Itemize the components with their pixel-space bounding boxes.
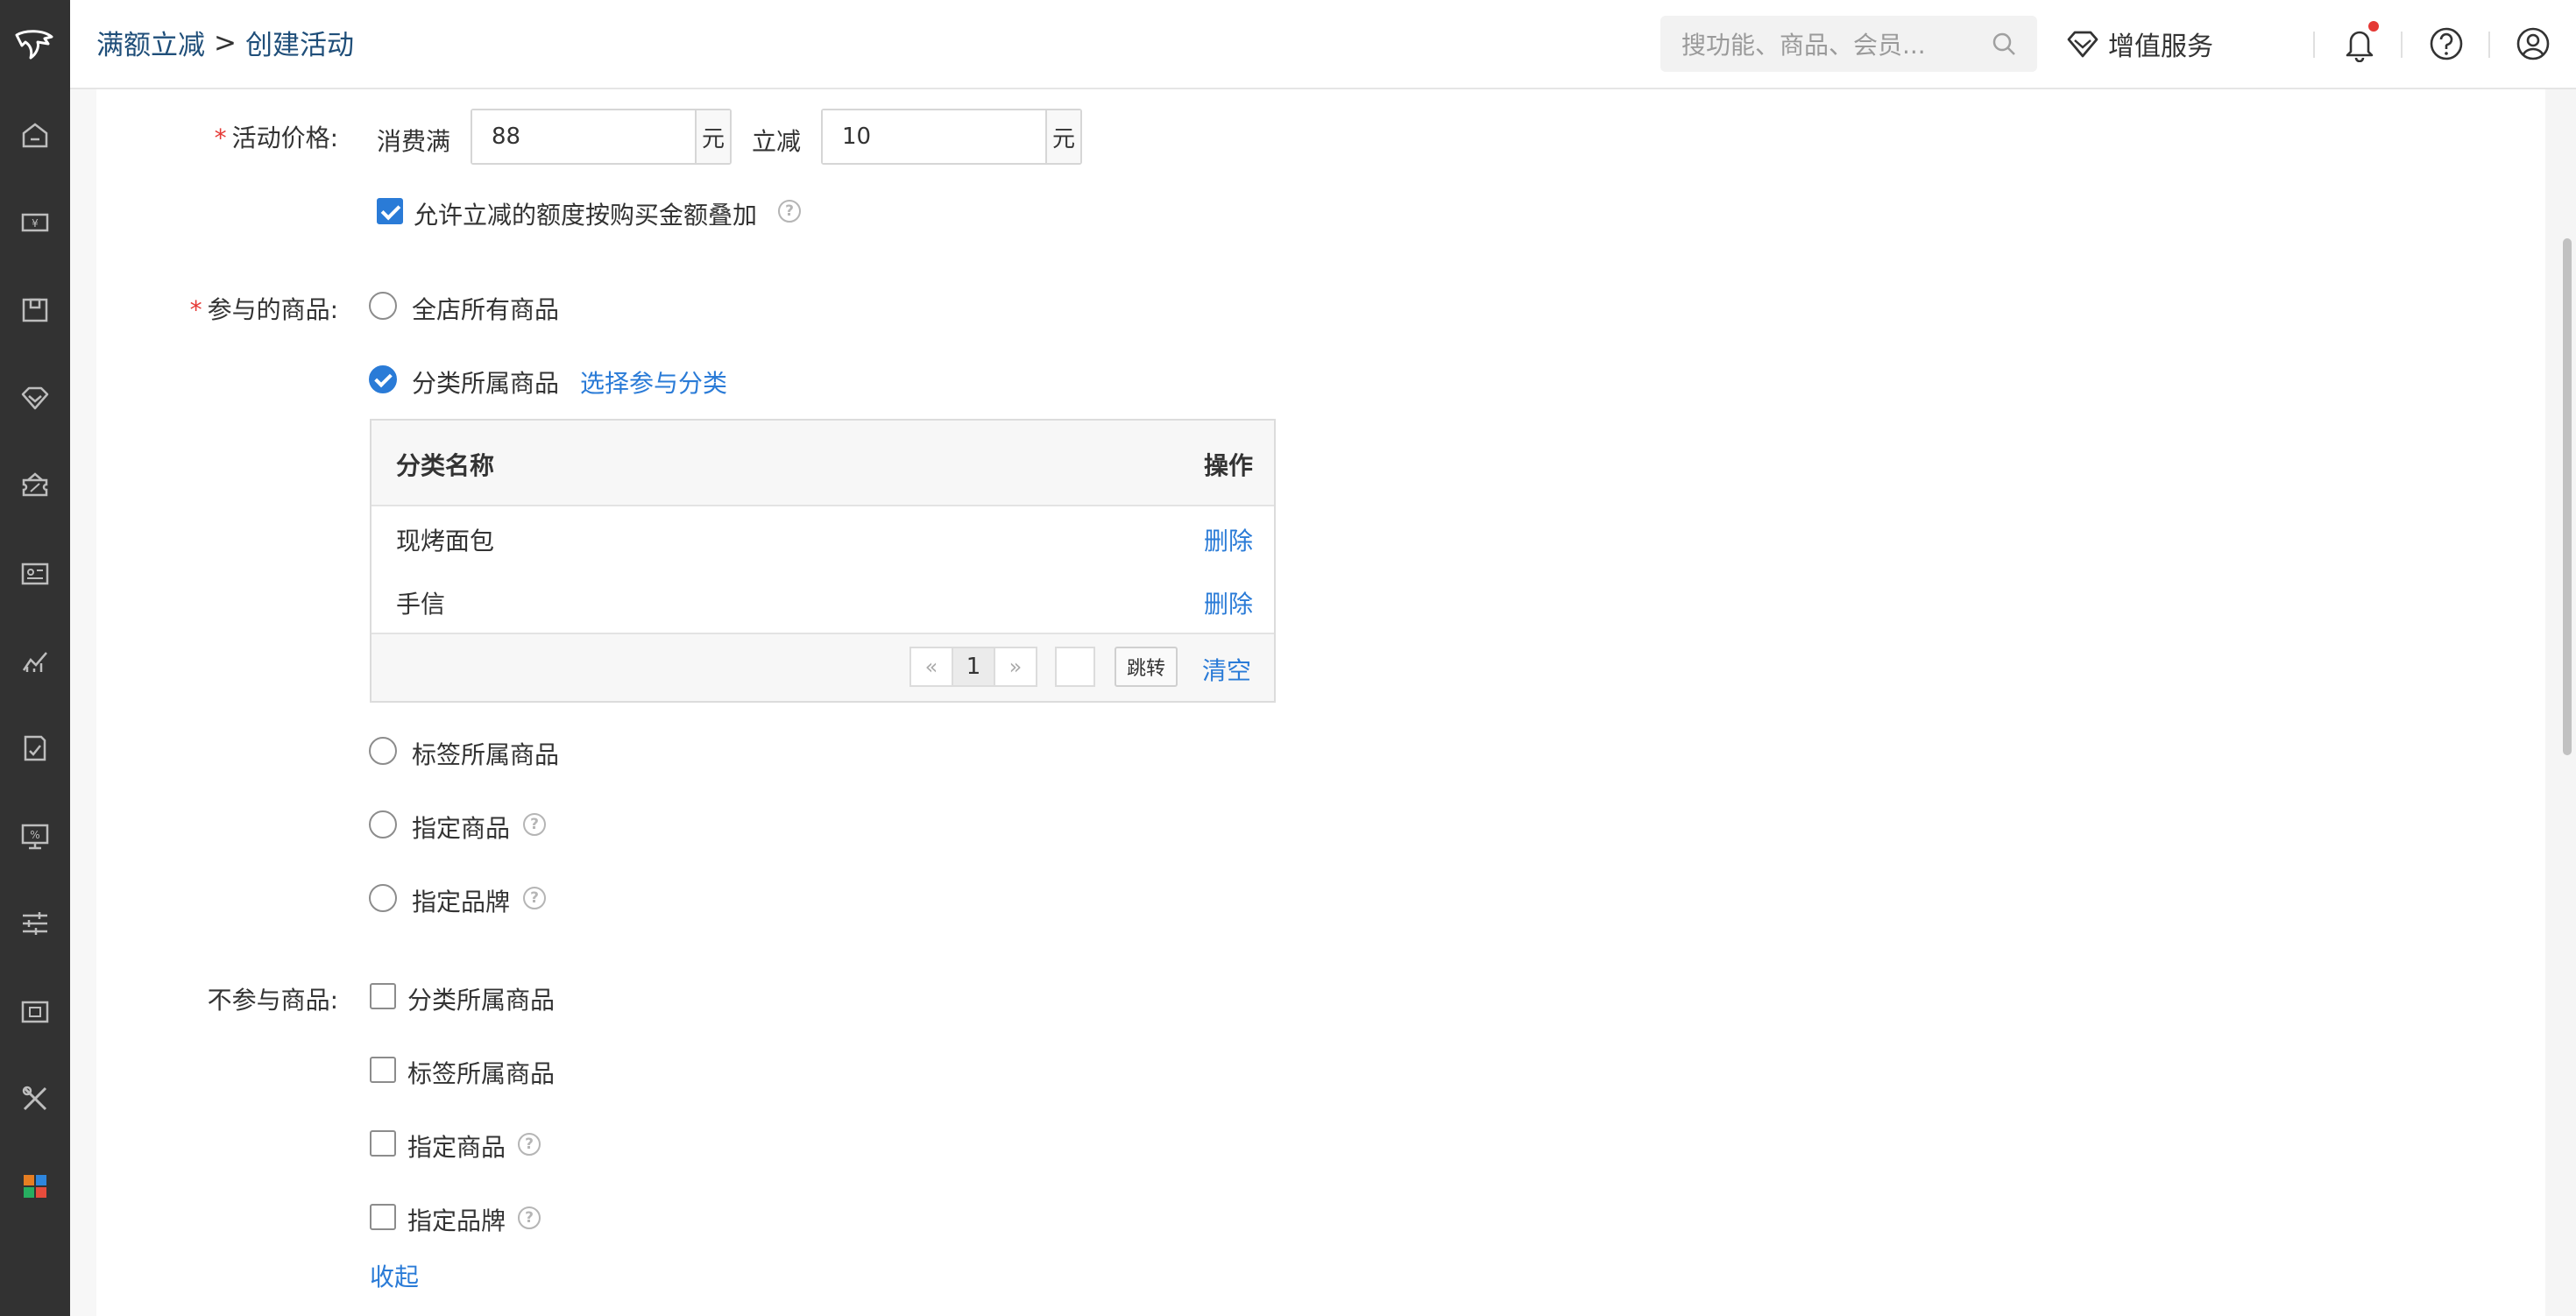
value-service-button[interactable]: 增值服务 [2066, 25, 2213, 63]
collapse-link[interactable]: 收起 [370, 1258, 419, 1293]
radio-all-goods-label: 全店所有商品 [412, 295, 560, 324]
card-icon[interactable] [18, 994, 53, 1029]
svg-text:%: % [30, 829, 39, 841]
radio-specified-goods[interactable] [369, 810, 397, 838]
exclude-category-checkbox[interactable] [370, 983, 396, 1009]
apps-icon[interactable] [18, 1169, 53, 1204]
table-footer: « 1 » 跳转 清空 [372, 634, 1274, 701]
required-mark: * [189, 295, 202, 324]
exclude-product-checkbox[interactable] [370, 1130, 396, 1157]
spend-amount-input-group: 元 [471, 109, 732, 165]
radio-category-goods-label: 分类所属商品 [412, 369, 560, 398]
tools-icon[interactable] [18, 1081, 53, 1116]
reduce-unit: 元 [1045, 110, 1080, 163]
value-service-label: 增值服务 [2108, 32, 2213, 62]
search-icon[interactable] [1990, 30, 2018, 61]
help-icon[interactable]: ? [523, 813, 546, 836]
clear-all-link[interactable]: 清空 [1202, 652, 1251, 687]
delete-link[interactable]: 删除 [1204, 585, 1253, 620]
choose-category-link[interactable]: 选择参与分类 [580, 364, 727, 400]
table-row: 现烤面包 删除 [372, 506, 1274, 571]
global-search [1660, 16, 2037, 72]
page-jump-button[interactable]: 跳转 [1115, 647, 1178, 687]
logo[interactable] [0, 0, 70, 88]
spend-label: 消费满 [377, 127, 451, 156]
diamond-icon[interactable] [18, 380, 53, 415]
reduce-label: 立减 [752, 127, 802, 156]
help-icon[interactable]: ? [518, 1206, 541, 1229]
table-row: 手信 删除 [372, 570, 1274, 634]
table-header: 分类名称 操作 [372, 421, 1274, 506]
help-icon[interactable]: ? [518, 1133, 541, 1156]
reduce-amount-input[interactable] [823, 110, 1045, 163]
pager-page-current[interactable]: 1 [952, 648, 995, 685]
spend-amount-input[interactable] [472, 110, 695, 163]
chart-icon[interactable] [18, 643, 53, 678]
notification-bell-icon[interactable] [2339, 21, 2381, 65]
breadcrumb-parent-link[interactable]: 满额立减 [96, 23, 205, 62]
breadcrumb: 满额立减 > 创建活动 [96, 23, 354, 62]
radio-specified-brand-label: 指定品牌 [412, 888, 511, 916]
radio-tag-goods-label: 标签所属商品 [412, 740, 560, 769]
column-header-action: 操作 [1204, 451, 1254, 480]
page-jump-input[interactable] [1055, 647, 1095, 687]
exclude-brand-label: 指定品牌 [407, 1206, 506, 1235]
exclude-category-label: 分类所属商品 [407, 986, 556, 1015]
sidebar: ¥ % [0, 0, 70, 1316]
breadcrumb-separator: > [214, 26, 237, 59]
radio-specified-brand[interactable] [369, 884, 397, 912]
divider [2488, 32, 2490, 58]
pager-prev-button[interactable]: « [911, 648, 952, 685]
radio-category-goods[interactable] [369, 365, 397, 393]
radio-specified-goods-label: 指定商品 [412, 814, 511, 843]
help-icon[interactable]: ? [523, 887, 546, 909]
search-input[interactable] [1680, 28, 1972, 61]
promotion-icon[interactable]: % [18, 818, 53, 853]
category-table: 分类名称 操作 现烤面包 删除 手信 删除 « 1 » 跳转 清空 [370, 419, 1276, 703]
divider [2313, 32, 2315, 58]
report-icon[interactable] [18, 731, 53, 766]
activity-price-label-text: 活动价格: [231, 124, 338, 152]
package-icon[interactable] [18, 293, 53, 328]
help-icon[interactable] [2425, 23, 2467, 65]
category-name-cell: 手信 [396, 590, 446, 619]
home-icon[interactable] [18, 117, 53, 152]
excluded-goods-label: 不参与商品: [207, 986, 338, 1015]
diamond-icon [2067, 31, 2098, 58]
svg-text:¥: ¥ [32, 217, 39, 230]
scrollbar-thumb[interactable] [2563, 238, 2572, 755]
exclude-tag-label: 标签所属商品 [407, 1059, 556, 1088]
pagination: « 1 » [909, 647, 1037, 687]
logo-icon [15, 30, 53, 60]
stack-reduction-checkbox[interactable] [377, 198, 403, 224]
radio-tag-goods[interactable] [369, 737, 397, 765]
user-avatar-icon[interactable] [2512, 23, 2554, 65]
notification-badge [2368, 21, 2379, 32]
participating-goods-label: * 参与的商品: [175, 291, 338, 326]
coupon-icon[interactable] [18, 468, 53, 503]
exclude-tag-checkbox[interactable] [370, 1057, 396, 1083]
stack-reduction-label: 允许立减的额度按购买金额叠加 [414, 201, 758, 230]
required-mark: * [214, 124, 227, 152]
pager-next-button[interactable]: » [995, 648, 1036, 685]
delete-link[interactable]: 删除 [1204, 522, 1253, 557]
column-header-category-name: 分类名称 [396, 451, 495, 480]
settings-sliders-icon[interactable] [18, 906, 53, 941]
breadcrumb-current: 创建活动 [244, 30, 354, 61]
activity-price-label: * 活动价格: [175, 119, 338, 154]
member-card-icon[interactable] [18, 555, 53, 591]
participating-goods-label-text: 参与的商品: [207, 295, 338, 324]
cashier-icon[interactable]: ¥ [18, 205, 53, 240]
help-icon[interactable]: ? [778, 200, 801, 223]
exclude-product-label: 指定商品 [407, 1133, 506, 1162]
reduce-amount-input-group: 元 [821, 109, 1082, 165]
scrollbar[interactable] [2545, 89, 2576, 1316]
divider [2401, 32, 2403, 58]
exclude-brand-checkbox[interactable] [370, 1204, 396, 1230]
spend-unit: 元 [695, 110, 730, 163]
radio-all-goods[interactable] [369, 292, 397, 320]
category-name-cell: 现烤面包 [396, 527, 495, 555]
